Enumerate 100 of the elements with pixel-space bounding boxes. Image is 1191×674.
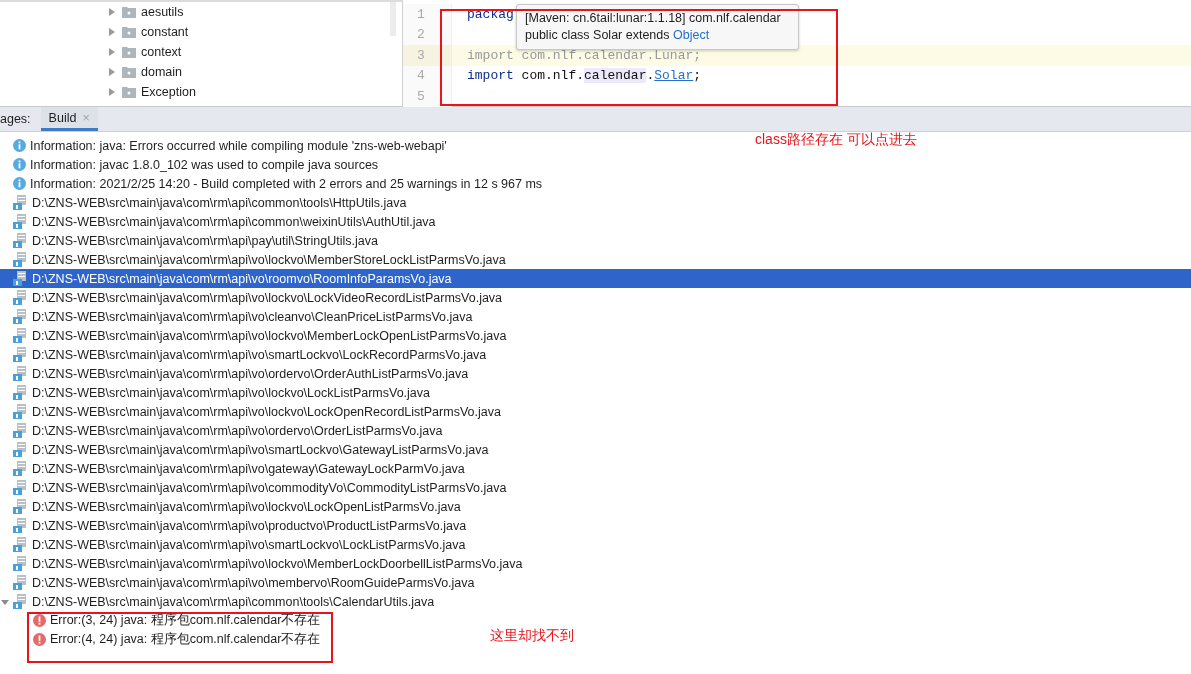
java-file-icon	[13, 271, 28, 286]
java-file-icon	[13, 594, 28, 609]
message-text: D:\ZNS-WEB\src\main\java\com\rm\api\vo\roomvo\RoomInfoParamsVo.java	[32, 271, 452, 286]
message-row[interactable]: D:\ZNS-WEB\src\main\java\com\rm\api\pay\util\StringUtils.java	[0, 231, 378, 250]
java-file-icon	[13, 385, 28, 400]
message-row[interactable]: Error:(3, 24) java: 程序包com.nlf.calendar不存在	[0, 611, 321, 630]
expand-arrow-icon[interactable]	[107, 27, 117, 37]
code-link[interactable]: Solar	[654, 68, 694, 84]
info-icon	[13, 158, 26, 171]
code-text: ;	[693, 68, 702, 84]
expand-arrow-icon[interactable]	[107, 87, 117, 97]
message-row[interactable]: D:\ZNS-WEB\src\main\java\com\rm\api\vo\lockvo\MemberLockDoorbellListParmsVo.java	[0, 554, 523, 573]
message-text: D:\ZNS-WEB\src\main\java\com\rm\api\vo\membervo\RoomGuideParmsVo.java	[32, 575, 475, 590]
java-file-icon	[13, 575, 28, 590]
tree-item[interactable]: constant	[141, 25, 189, 39]
code-text: calendar	[584, 68, 647, 84]
java-file-icon	[13, 556, 28, 571]
message-text: D:\ZNS-WEB\src\main\java\com\rm\api\vo\cleanvo\CleanPriceListParmsVo.java	[32, 309, 473, 324]
line-number: 1	[403, 4, 451, 25]
line-number: 5	[403, 86, 451, 107]
message-text: D:\ZNS-WEB\src\main\java\com\rm\api\vo\productvo\ProductListParmsVo.java	[32, 518, 467, 533]
message-text: D:\ZNS-WEB\src\main\java\com\rm\api\vo\lockvo\LockOpenListParmsVo.java	[32, 499, 461, 514]
info-icon	[13, 177, 26, 190]
folder-icon	[122, 6, 136, 18]
message-row[interactable]: D:\ZNS-WEB\src\main\java\com\rm\api\common\tools\HttpUtils.java	[0, 193, 407, 212]
message-text: Error:(4, 24) java: 程序包com.nlf.calendar不存在	[50, 631, 321, 648]
message-text: D:\ZNS-WEB\src\main\java\com\rm\api\vo\lockvo\MemberLockOpenListParmsVo.java	[32, 328, 507, 343]
tooltip-text: [Maven: cn.6tail:lunar:1.1.18] com.nlf.calendar	[525, 10, 782, 27]
tree-item[interactable]: Exception	[141, 85, 196, 99]
message-row[interactable]: D:\ZNS-WEB\src\main\java\com\rm\api\vo\lockvo\LockOpenRecordListParmsVo.java	[0, 402, 501, 421]
java-file-icon	[13, 423, 28, 438]
tree-item[interactable]: aesutils	[141, 5, 184, 19]
expand-arrow-icon[interactable]	[107, 47, 117, 57]
message-row[interactable]: Information: 2021/2/25 14:20 - Build completed with 2 errors and 25 warnings in 12 s 967 ms	[0, 174, 543, 193]
message-text: D:\ZNS-WEB\src\main\java\com\rm\api\common\tools\HttpUtils.java	[32, 195, 407, 210]
message-row[interactable]: D:\ZNS-WEB\src\main\java\com\rm\api\vo\smartLockvo\LockListParmsVo.java	[0, 535, 466, 554]
code-text: .	[646, 68, 655, 84]
java-file-icon	[13, 347, 28, 362]
annotation-note: class路径存在 可以点进去	[755, 131, 917, 149]
tree-item[interactable]: context	[141, 45, 182, 59]
java-file-icon	[13, 461, 28, 476]
message-text: Information: 2021/2/25 14:20 - Build completed with 2 errors and 25 warnings in 12 s 967 ms	[30, 176, 543, 191]
message-text: D:\ZNS-WEB\src\main\java\com\rm\api\vo\lockvo\MemberLockDoorbellListParmsVo.java	[32, 556, 523, 571]
annotation-note: 这里却找不到	[490, 627, 574, 645]
code-text: packag	[467, 6, 514, 22]
message-text: D:\ZNS-WEB\src\main\java\com\rm\api\vo\smartLockvo\LockRecordParmsVo.java	[32, 347, 487, 362]
expand-arrow-icon[interactable]	[0, 597, 9, 606]
message-row[interactable]: D:\ZNS-WEB\src\main\java\com\rm\api\vo\ordervo\OrderListParmsVo.java	[0, 421, 443, 440]
message-text: D:\ZNS-WEB\src\main\java\com\rm\api\common\weixinUtils\AuthUtil.java	[32, 214, 436, 229]
message-row[interactable]: D:\ZNS-WEB\src\main\java\com\rm\api\vo\gateway\GatewayLockParmVo.java	[0, 459, 465, 478]
message-row[interactable]: D:\ZNS-WEB\src\main\java\com\rm\api\vo\smartLockvo\GatewayListParmsVo.java	[0, 440, 489, 459]
code-text: com.nlf.	[520, 68, 585, 84]
message-text: Information: java: Errors occurred while compiling module 'zns-web-webapi'	[30, 138, 447, 153]
code-text: import	[467, 68, 514, 84]
message-row[interactable]: D:\ZNS-WEB\src\main\java\com\rm\api\common\weixinUtils\AuthUtil.java	[0, 212, 436, 231]
tool-window-label: ages:	[0, 111, 32, 128]
message-row[interactable]: D:\ZNS-WEB\src\main\java\com\rm\api\vo\productvo\ProductListParmsVo.java	[0, 516, 467, 535]
line-number: 3	[403, 45, 451, 66]
message-row[interactable]: D:\ZNS-WEB\src\main\java\com\rm\api\common\tools\CalendarUtils.java	[0, 592, 435, 611]
java-file-icon	[13, 309, 28, 324]
java-file-icon	[13, 518, 28, 533]
java-file-icon	[13, 366, 28, 381]
java-file-icon	[13, 328, 28, 343]
expand-arrow-icon[interactable]	[107, 67, 117, 77]
message-text: D:\ZNS-WEB\src\main\java\com\rm\api\vo\commodityVo\CommodityListParmsVo.java	[32, 480, 507, 495]
message-text: Error:(3, 24) java: 程序包com.nlf.calendar不存在	[50, 612, 321, 629]
selected-message-row[interactable]: D:\ZNS-WEB\src\main\java\com\rm\api\vo\roomvo\RoomInfoParamsVo.java	[0, 269, 1191, 288]
message-row[interactable]: D:\ZNS-WEB\src\main\java\com\rm\api\vo\cleanvo\CleanPriceListParmsVo.java	[0, 307, 473, 326]
scrollbar-thumb[interactable]	[390, 2, 396, 36]
tree-item[interactable]: domain	[141, 65, 182, 79]
message-row[interactable]: D:\ZNS-WEB\src\main\java\com\rm\api\vo\lockvo\MemberStoreLockListParmsVo.java	[0, 250, 506, 269]
java-file-icon	[13, 290, 28, 305]
message-row[interactable]: D:\ZNS-WEB\src\main\java\com\rm\api\vo\lockvo\MemberLockOpenListParmsVo.java	[0, 326, 507, 345]
message-row[interactable]: Information: javac 1.8.0_102 was used to compile java sources	[0, 155, 379, 174]
folder-icon	[122, 86, 136, 98]
java-file-icon	[13, 404, 28, 419]
message-text: Information: javac 1.8.0_102 was used to compile java sources	[30, 157, 379, 172]
tooltip-text: public class Solar extends Object	[525, 27, 711, 44]
java-file-icon	[13, 499, 28, 514]
message-row[interactable]: Error:(4, 24) java: 程序包com.nlf.calendar不存在	[0, 630, 321, 649]
folder-icon	[122, 46, 136, 58]
message-row[interactable]: D:\ZNS-WEB\src\main\java\com\rm\api\vo\commodityVo\CommodityListParmsVo.java	[0, 478, 507, 497]
message-text: D:\ZNS-WEB\src\main\java\com\rm\api\vo\ordervo\OrderListParmsVo.java	[32, 423, 443, 438]
message-row[interactable]: D:\ZNS-WEB\src\main\java\com\rm\api\vo\ordervo\OrderAuthListParmsVo.java	[0, 364, 469, 383]
message-row[interactable]: D:\ZNS-WEB\src\main\java\com\rm\api\vo\lockvo\LockOpenListParmsVo.java	[0, 497, 461, 516]
message-text: D:\ZNS-WEB\src\main\java\com\rm\api\vo\ordervo\OrderAuthListParmsVo.java	[32, 366, 469, 381]
message-row[interactable]: D:\ZNS-WEB\src\main\java\com\rm\api\vo\smartLockvo\LockRecordParmsVo.java	[0, 345, 487, 364]
build-tab[interactable]: Build ×	[40, 107, 98, 131]
message-text: D:\ZNS-WEB\src\main\java\com\rm\api\vo\lockvo\LockVideoRecordListParmsVo.java	[32, 290, 503, 305]
message-row[interactable]: D:\ZNS-WEB\src\main\java\com\rm\api\vo\lockvo\LockVideoRecordListParmsVo.java	[0, 288, 503, 307]
java-file-icon	[13, 442, 28, 457]
class-link[interactable]: Object	[673, 28, 710, 42]
folder-icon	[122, 66, 136, 78]
message-row[interactable]: D:\ZNS-WEB\src\main\java\com\rm\api\vo\membervo\RoomGuideParmsVo.java	[0, 573, 475, 592]
message-row[interactable]: D:\ZNS-WEB\src\main\java\com\rm\api\vo\lockvo\LockListParmsVo.java	[0, 383, 431, 402]
expand-arrow-icon[interactable]	[107, 7, 117, 17]
code-text: import com.nlf.calendar.Lunar;	[467, 47, 702, 63]
java-file-icon	[13, 480, 28, 495]
message-row[interactable]: Information: java: Errors occurred while compiling module 'zns-web-webapi'	[0, 136, 447, 155]
message-text: D:\ZNS-WEB\src\main\java\com\rm\api\vo\smartLockvo\LockListParmsVo.java	[32, 537, 466, 552]
